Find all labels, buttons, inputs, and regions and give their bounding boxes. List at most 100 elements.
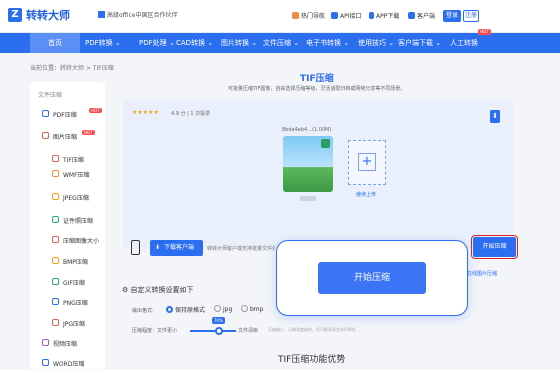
file-type-icon (52, 257, 59, 264)
sidebar-item-label: JPG压缩 (63, 321, 86, 328)
phone-icon (369, 12, 374, 19)
format-option-jpg[interactable]: jpg (214, 305, 232, 313)
radio-selected-icon (166, 306, 173, 313)
sidebar-item[interactable]: BMP压缩 (30, 254, 105, 268)
nav-pdf-convert[interactable]: PDF转换 ⌄ (85, 33, 121, 53)
hot-badge: HOT (82, 130, 95, 135)
sidebar-item[interactable]: JPEG压缩 (30, 190, 105, 204)
image-type-icon (321, 139, 330, 148)
file-name: 8bda4eb4...(1.00M) (282, 127, 332, 133)
start-compress-big-button[interactable]: 开始压缩 (318, 262, 426, 294)
level-high-label: 文件清晰 (238, 328, 259, 334)
file-type-icon (52, 298, 59, 305)
level-hint: 压缩越小，压缩速度越快，但可能画质会有所降低 (268, 327, 356, 332)
logo-icon[interactable]: Z (8, 8, 22, 22)
sidebar-item-label: WMF压缩 (63, 172, 90, 179)
slider-value: 70% (212, 317, 225, 324)
fire-icon (292, 12, 299, 19)
sidebar-item[interactable]: 图片压缩 HOT (30, 129, 105, 143)
hot-badge: HOT (89, 108, 102, 113)
nav-cad-convert[interactable]: CAD转换 ⌄ (176, 33, 213, 53)
logo-text[interactable]: 转转大师 (26, 7, 70, 23)
file-type-icon (52, 236, 59, 243)
feature-title: TIF压缩功能优势 (278, 355, 346, 365)
phone-icon (131, 240, 140, 255)
hot-nav-link[interactable]: 热门导航 (292, 11, 325, 20)
radio-icon (241, 305, 248, 312)
compress-level-slider[interactable] (190, 330, 236, 332)
api-icon (331, 12, 338, 19)
rating-text: 4.9 分 | 1 次投票 (171, 111, 211, 117)
sidebar-item[interactable]: 证件照压缩 (30, 213, 105, 227)
start-compress-button[interactable]: 开始压缩 (471, 235, 518, 259)
gear-icon: ⚙ (122, 286, 129, 294)
download-client-button[interactable]: ⬇ 下载客户端 (150, 240, 203, 256)
file-type-icon (52, 278, 59, 285)
sidebar-item-label: 压缩图像大小 (63, 238, 100, 245)
app-download-link[interactable]: APP下载 (369, 11, 399, 20)
online-image-compress-link[interactable]: 在线图片压缩 (467, 270, 497, 277)
file-type-icon (42, 339, 49, 346)
file-type-icon (52, 193, 59, 200)
nav-home[interactable]: 首页 (30, 33, 80, 53)
sidebar-item[interactable]: WORD压缩 (30, 356, 105, 370)
level-label: 压缩程度：文件更小 (132, 328, 178, 334)
nav-manual-convert[interactable]: 人工转换 HOT (450, 29, 491, 53)
slider-handle[interactable] (215, 327, 223, 335)
login-button[interactable]: 登录 (443, 10, 461, 22)
main-nav: 首页 PDF转换 ⌄ PDF处理 ⌄ CAD转换 ⌄ 图片转换 ⌄ 文件压缩 ⌄… (0, 29, 560, 53)
file-type-icon (42, 132, 49, 139)
sidebar-item-label: PNG压缩 (63, 300, 88, 307)
sidebar-item-label: 证件照压缩 (63, 218, 94, 225)
format-label: 输出格式： (132, 308, 158, 314)
sidebar-item[interactable]: WMF压缩 (30, 167, 105, 181)
sidebar-item[interactable]: PNG压缩 (30, 295, 105, 309)
file-type-icon (52, 170, 59, 177)
page-subtitle: 可批量压缩TIF图像，自由选择压缩等级，灵活适配归档或网络分享等不同场景。 (228, 86, 406, 92)
download-icon (408, 12, 415, 19)
format-option-original[interactable]: 保持原格式 (166, 305, 205, 314)
file-type-icon (52, 216, 59, 223)
sidebar-item-label: 视频压缩 (53, 341, 78, 348)
sidebar-heading: 文件压缩 (38, 92, 63, 99)
file-type-icon (42, 359, 49, 366)
nav-file-compress[interactable]: 文件压缩 ⌄ (263, 33, 299, 53)
file-type-icon (52, 319, 59, 326)
register-button[interactable]: 注册 (463, 10, 479, 22)
format-option-bmp[interactable]: bmp (241, 305, 263, 313)
remove-file-bar[interactable] (300, 196, 316, 201)
download-client-desc: 转转大师客户端支持批量文件处理 (207, 246, 275, 252)
file-type-icon (42, 110, 49, 117)
partner-text: 高级office中国区合作伙伴 (107, 12, 178, 19)
sidebar-item-label: GIF压缩 (63, 280, 85, 287)
sidebar-item[interactable]: 压缩图像大小 (30, 233, 105, 247)
sidebar-item-label: PDF压缩 (53, 112, 77, 119)
sidebar-item-label: JPEG压缩 (63, 195, 89, 202)
continue-upload-label[interactable]: 继续上传 (356, 191, 376, 198)
settings-title: ⚙ 自定义转换设置如下 (122, 286, 194, 294)
rating-stars[interactable]: ★★★★★ (132, 109, 159, 116)
sidebar-item[interactable]: JPG压缩 (30, 316, 105, 330)
client-link[interactable]: 客户端 (408, 11, 435, 20)
nav-client-download[interactable]: 客户端下载 ⌄ (398, 33, 441, 53)
sidebar-item-label: 图片压缩 (53, 134, 78, 141)
download-icon[interactable]: ⬇ (490, 110, 500, 123)
nav-pdf-process[interactable]: PDF处理 ⌄ (139, 33, 175, 53)
nav-tips[interactable]: 使用技巧 ⌄ (358, 33, 394, 53)
hot-badge: HOT (478, 29, 491, 35)
file-type-icon (52, 155, 59, 162)
sidebar-item-label: WORD压缩 (53, 361, 85, 368)
sidebar-item[interactable]: TIF压缩 (30, 152, 105, 166)
sidebar-item[interactable]: 视频压缩 (30, 336, 105, 350)
download-arrow-icon: ⬇ (155, 244, 161, 251)
sidebar-item-label: TIF压缩 (63, 157, 84, 164)
breadcrumb: 当前位置：转转大师 > TIF压缩 (30, 65, 114, 72)
api-link[interactable]: API接口 (331, 11, 362, 20)
plus-icon[interactable]: + (358, 153, 376, 171)
sidebar-item[interactable]: PDF压缩 HOT (30, 107, 105, 121)
nav-ebook-convert[interactable]: 电子书转换 ⌄ (306, 33, 349, 53)
sidebar-item[interactable]: GIF压缩 (30, 275, 105, 289)
nav-image-convert[interactable]: 图片转换 ⌄ (221, 33, 257, 53)
radio-icon (214, 305, 221, 312)
page-title: TIF压缩 (300, 74, 334, 84)
